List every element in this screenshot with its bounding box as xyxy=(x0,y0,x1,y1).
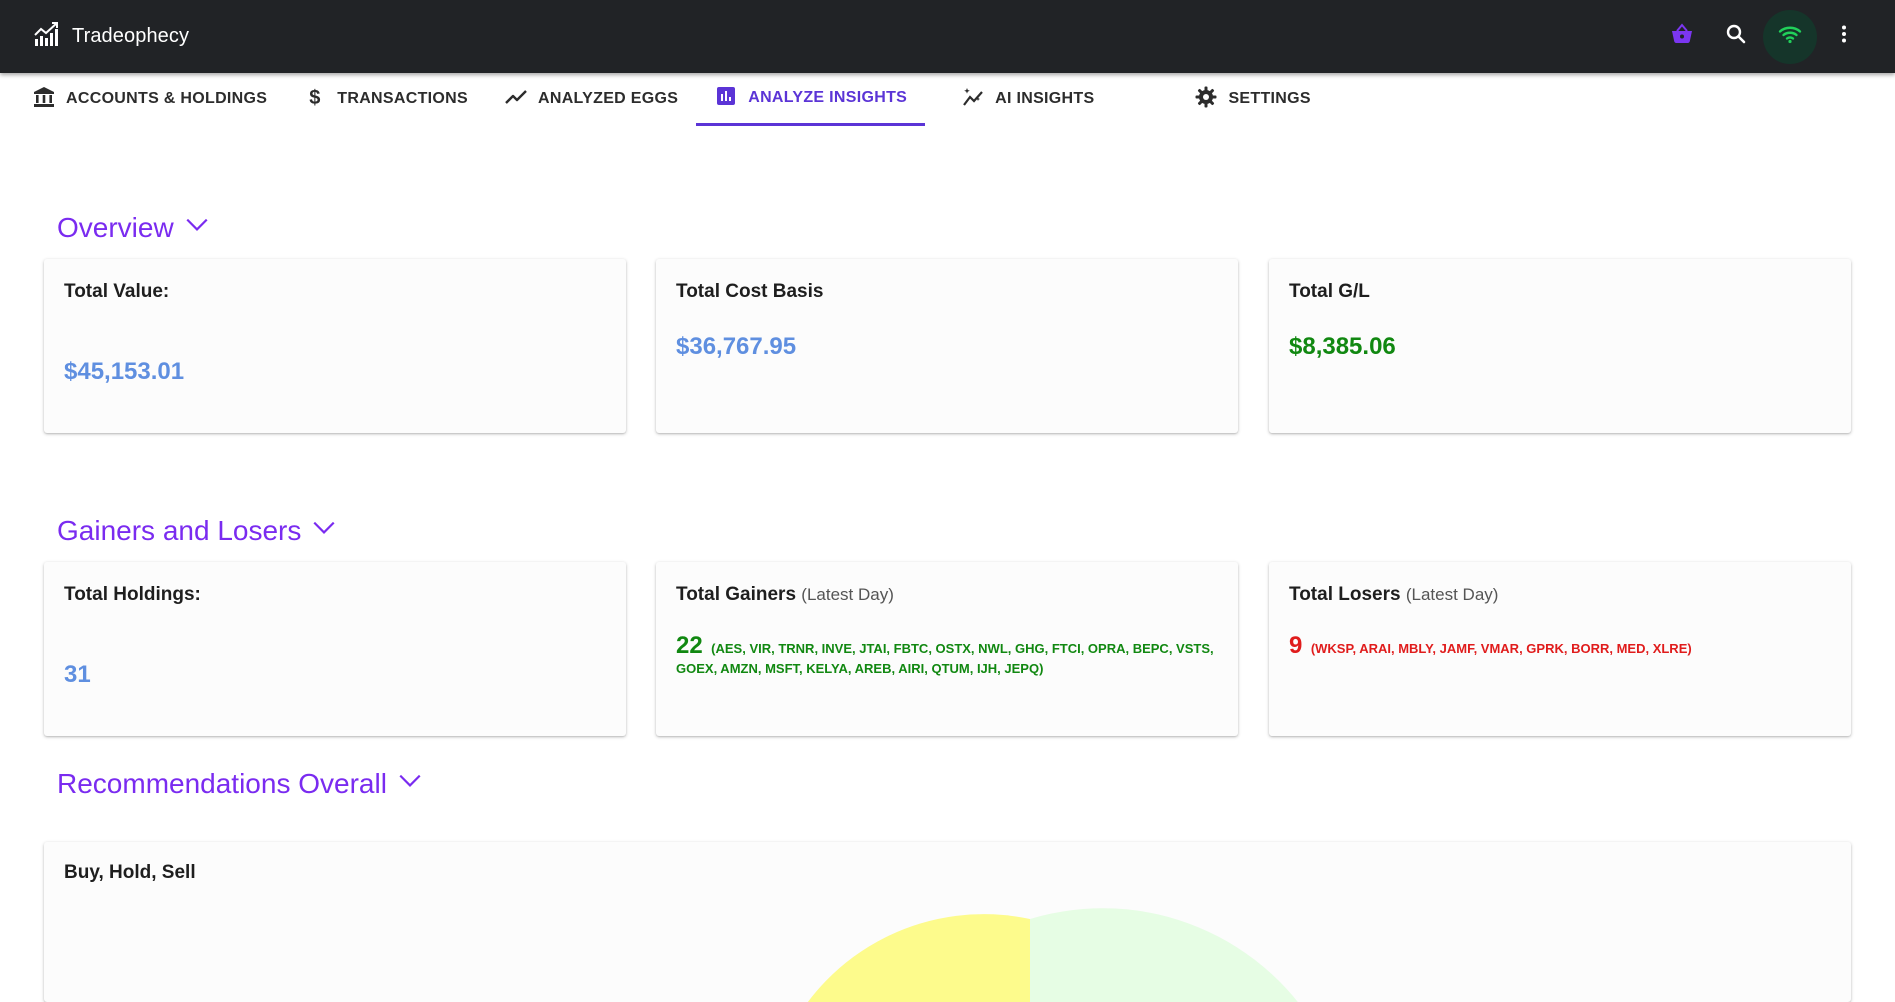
tab-label: SETTINGS xyxy=(1228,90,1311,107)
total-gl: $8,385.06 xyxy=(1289,333,1396,360)
total-cost-basis-card: Total Cost Basis $36,767.95 xyxy=(656,259,1238,433)
overview-section-toggle[interactable]: Overview xyxy=(57,211,210,244)
total-gl-card: Total G/L $8,385.06 xyxy=(1269,259,1851,433)
brand-name: Tradeophecy xyxy=(72,25,190,47)
section-title: Recommendations Overall xyxy=(57,767,387,799)
svg-text:$: $ xyxy=(310,87,321,109)
gauge-segment-hold xyxy=(807,914,1030,1002)
gainers-sub-label: (Latest Day) xyxy=(801,585,894,604)
losers-summary: 9 (WKSP, ARAI, MBLY, JAMF, VMAR, GPRK, B… xyxy=(1289,634,1829,659)
trending-line-icon xyxy=(504,85,538,114)
card-title: Total Value: xyxy=(64,281,170,302)
tab-settings[interactable]: SETTINGS xyxy=(1176,73,1328,125)
gainers-count: 22 xyxy=(676,632,703,659)
gainers-losers-section-toggle[interactable]: Gainers and Losers xyxy=(57,514,337,547)
bar-chart-icon xyxy=(714,84,748,113)
total-holdings-card: Total Holdings: 31 xyxy=(44,562,626,736)
wifi-icon xyxy=(1778,22,1802,51)
insights-content: Overview Total Value: $45,153.01 Total C… xyxy=(14,127,1881,1002)
tab-label: ACCOUNTS & HOLDINGS xyxy=(66,90,268,107)
main-tabs: ACCOUNTS & HOLDINGS $ TRANSACTIONS ANALY… xyxy=(14,73,1881,127)
connection-status-button[interactable] xyxy=(1763,9,1817,64)
losers-sub-label: (Latest Day) xyxy=(1405,585,1499,604)
tab-label: ANALYZED EGGS xyxy=(537,90,679,107)
recommendations-section-toggle[interactable]: Recommendations Overall xyxy=(57,767,423,800)
app-bar: Tradeophecy xyxy=(0,0,1895,73)
chart-line-icon xyxy=(32,20,60,53)
gainers-label: Total Gainers xyxy=(676,584,797,605)
card-title: Total Holdings: xyxy=(64,584,201,605)
tab-analyze-insights[interactable]: ANALYZE INSIGHTS xyxy=(696,73,926,126)
shopping-basket-icon xyxy=(1670,22,1694,51)
tab-analyzed-eggs[interactable]: ANALYZED EGGS xyxy=(486,73,696,125)
total-cost-basis: $36,767.95 xyxy=(676,333,797,360)
basket-button[interactable] xyxy=(1655,10,1709,64)
tab-transactions[interactable]: $ TRANSACTIONS xyxy=(285,73,486,125)
losers-list: (WKSP, ARAI, MBLY, JAMF, VMAR, GPRK, BOR… xyxy=(1310,641,1692,656)
gauge-segment-buy xyxy=(1030,908,1298,1002)
total-value-card: Total Value: $45,153.01 xyxy=(44,259,626,433)
search-icon xyxy=(1724,22,1748,51)
gainers-list: (AES, VIR, TRNR, INVE, JTAI, FBTC, OSTX,… xyxy=(676,641,1214,676)
more-options-button[interactable] xyxy=(1817,10,1871,64)
card-title: Total G/L xyxy=(1289,281,1370,302)
section-title: Gainers and Losers xyxy=(57,514,302,546)
buy-hold-sell-card: Buy, Hold, Sell xyxy=(44,842,1851,1002)
tab-label: TRANSACTIONS xyxy=(337,90,468,107)
brand[interactable]: Tradeophecy xyxy=(32,20,189,53)
more-vert-icon xyxy=(1832,22,1856,51)
total-losers-card: Total Losers (Latest Day) 9 (WKSP, ARAI,… xyxy=(1269,562,1851,736)
chevron-down-icon xyxy=(387,767,423,800)
card-title: Total Gainers (Latest Day) xyxy=(676,584,894,606)
total-holdings: 31 xyxy=(64,661,91,688)
chevron-down-icon xyxy=(174,211,210,244)
chevron-down-icon xyxy=(301,514,337,547)
losers-label: Total Losers xyxy=(1289,584,1401,605)
dollar-icon: $ xyxy=(303,85,337,114)
gainers-summary: 22 (AES, VIR, TRNR, INVE, JTAI, FBTC, OS… xyxy=(676,634,1216,679)
gear-icon xyxy=(1194,85,1228,114)
total-value: $45,153.01 xyxy=(64,358,185,385)
tab-ai-insights[interactable]: AI INSIGHTS xyxy=(943,73,1112,125)
card-title: Total Losers (Latest Day) xyxy=(1289,584,1498,606)
section-title: Overview xyxy=(57,211,174,243)
app-bar-actions xyxy=(1655,9,1871,64)
card-title: Total Cost Basis xyxy=(676,281,824,302)
tab-accounts-holdings[interactable]: ACCOUNTS & HOLDINGS xyxy=(14,73,285,125)
recommendation-gauge xyxy=(807,908,1298,1002)
tab-label: ANALYZE INSIGHTS xyxy=(748,89,908,106)
total-gainers-card: Total Gainers (Latest Day) 22 (AES, VIR,… xyxy=(656,562,1238,736)
losers-count: 9 xyxy=(1289,632,1303,659)
tab-label: AI INSIGHTS xyxy=(995,90,1095,107)
search-button[interactable] xyxy=(1709,10,1763,64)
auto-graph-icon xyxy=(961,85,995,114)
bank-icon xyxy=(32,85,66,114)
